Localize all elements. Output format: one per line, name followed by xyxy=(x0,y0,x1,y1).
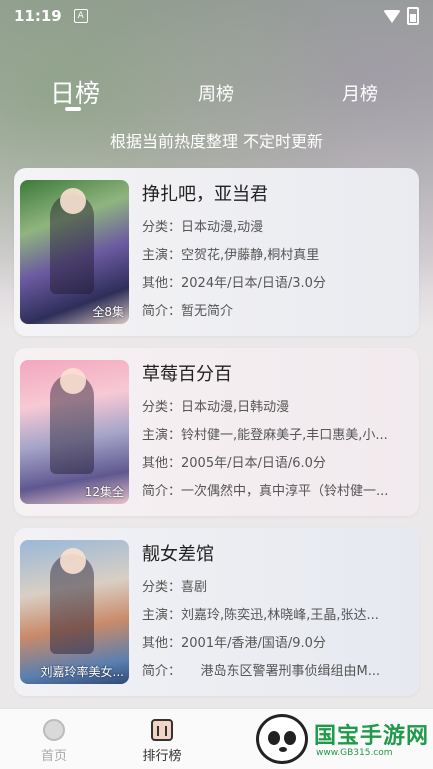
poster-image[interactable]: 刘嘉玲率美女... xyxy=(20,540,129,684)
tab-monthly[interactable]: 月榜 xyxy=(342,80,378,106)
ranking-tabs: 日榜 周榜 月榜 xyxy=(0,72,433,112)
battery-icon xyxy=(407,7,419,25)
status-bar: 11:19 A xyxy=(0,0,433,32)
panda-logo-icon xyxy=(256,714,308,764)
episode-badge: 12集全 xyxy=(84,485,124,499)
poster-image[interactable]: 12集全 xyxy=(20,360,129,504)
watermark-text: 国宝手游网 xyxy=(314,724,430,749)
status-time: 11:19 xyxy=(14,7,62,25)
panda-eye xyxy=(268,731,280,745)
watermark-url: www.GB315.com xyxy=(316,748,393,758)
item-title: 草莓百分百 xyxy=(142,364,232,385)
item-category: 分类：日本动漫,日韩动漫 xyxy=(142,400,290,415)
item-title: 靓女差馆 xyxy=(142,544,214,565)
panda-nose xyxy=(279,747,287,752)
tab-weekly[interactable]: 周榜 xyxy=(198,80,234,106)
ranking-icon xyxy=(151,719,173,741)
episode-badge: 全8集 xyxy=(92,305,124,319)
episode-badge: 刘嘉玲率美女... xyxy=(40,665,124,679)
nav-ranking[interactable]: 排行榜 xyxy=(122,719,202,764)
list-item[interactable]: 刘嘉玲率美女... 靓女差馆 分类：喜剧 主演：刘嘉玲,陈奕迅,林晓峰,王晶,张… xyxy=(14,528,419,696)
poster-figure-head xyxy=(60,368,86,394)
tab-daily[interactable]: 日榜 xyxy=(50,74,100,110)
notification-icon: A xyxy=(73,9,88,23)
ranking-subtitle: 根据当前热度整理 不定时更新 xyxy=(109,132,324,151)
item-cast: 主演：铃村健一,能登麻美子,丰口惠美,小... xyxy=(142,428,388,443)
list-item[interactable]: 12集全 草莓百分百 分类：日本动漫,日韩动漫 主演：铃村健一,能登麻美子,丰口… xyxy=(14,348,419,516)
nav-ranking-label: 排行榜 xyxy=(142,749,182,764)
item-other: 其他：2005年/日本/日语/6.0分 xyxy=(142,456,326,471)
poster-figure-head xyxy=(60,188,86,214)
home-icon xyxy=(43,719,65,741)
nav-home-label: 首页 xyxy=(40,749,67,764)
wifi-icon xyxy=(383,9,401,23)
item-cast: 主演：刘嘉玲,陈奕迅,林晓峰,王晶,张达... xyxy=(142,608,379,623)
item-other: 其他：2001年/香港/国语/9.0分 xyxy=(142,636,326,651)
tab-indicator xyxy=(65,107,81,111)
site-watermark: 国宝手游网 www.GB315.com xyxy=(256,712,431,768)
item-cast: 主演：空贺花,伊藤静,桐村真里 xyxy=(142,248,320,263)
poster-image[interactable]: 全8集 xyxy=(20,180,129,324)
item-intro: 简介： 港岛东区警署刑事侦缉组由M... xyxy=(142,664,381,679)
panda-eye xyxy=(284,731,296,745)
item-category: 分类：日本动漫,动漫 xyxy=(142,220,264,235)
item-intro: 简介：一次偶然中，真中淳平（铃村健一... xyxy=(142,484,389,499)
poster-figure-head xyxy=(60,548,86,574)
item-other: 其他：2024年/日本/日语/3.0分 xyxy=(142,276,326,291)
item-title: 挣扎吧，亚当君 xyxy=(142,184,268,205)
list-item[interactable]: 全8集 挣扎吧，亚当君 分类：日本动漫,动漫 主演：空贺花,伊藤静,桐村真里 其… xyxy=(14,168,419,336)
item-intro: 简介：暂无简介 xyxy=(142,304,234,319)
item-category: 分类：喜剧 xyxy=(142,580,208,595)
nav-home[interactable]: 首页 xyxy=(14,719,94,764)
